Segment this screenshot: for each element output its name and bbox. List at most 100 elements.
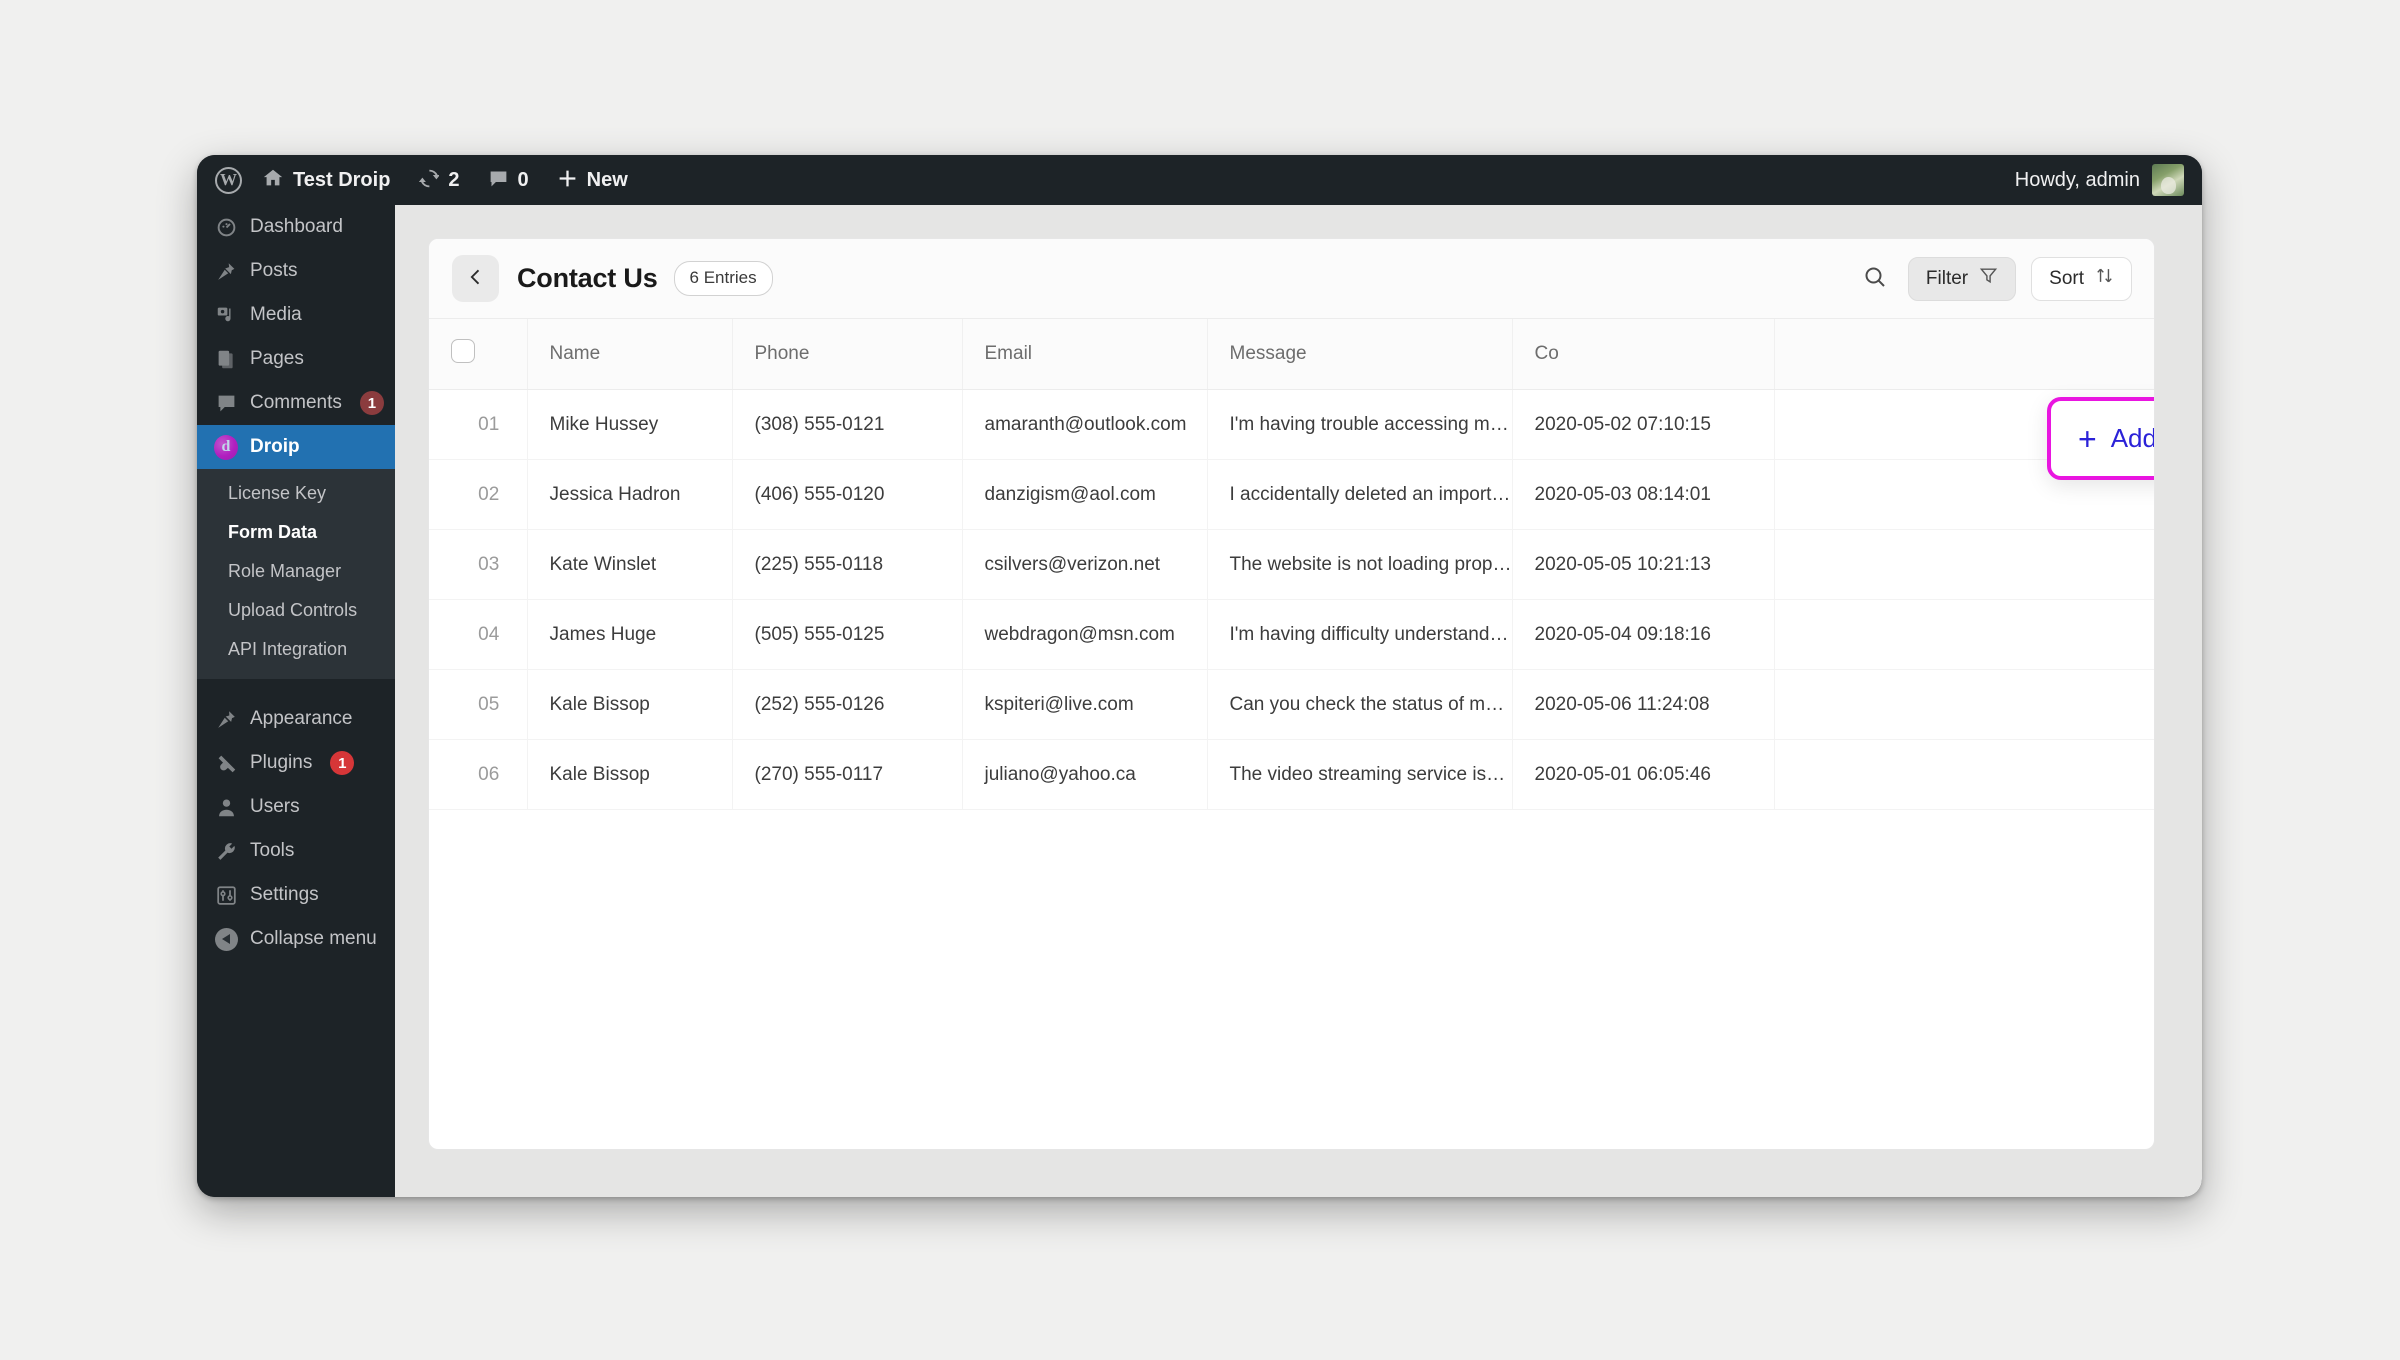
sidebar-item-pages[interactable]: Pages [197,337,395,381]
submenu-item-api-integration[interactable]: API Integration [197,630,395,669]
sidebar-item-label: Appearance [250,708,353,729]
column-header-select-all [429,319,528,390]
cell-name: Jessica Hadron [527,459,733,530]
pin-icon [214,259,238,283]
sidebar-item-label: Media [250,304,302,325]
cell-message: I'm having difficulty understandi… [1207,599,1513,670]
filter-popover: + Add New Filter Clear [2047,397,2154,480]
sidebar-item-dashboard[interactable]: Dashboard [197,205,395,249]
cell-name: Mike Hussey [527,389,733,460]
row-index: 01 [429,389,528,460]
sidebar-item-collapse-menu[interactable]: Collapse menu [197,917,395,961]
cell-email: juliano@yahoo.ca [962,739,1208,810]
cell-email: danzigism@aol.com [962,459,1208,530]
column-header-message[interactable]: Message [1207,319,1513,390]
column-header-phone[interactable]: Phone [732,319,963,390]
funnel-icon [1979,266,1998,291]
settings-icon [214,883,238,907]
droip-submenu: License Key Form Data Role Manager Uploa… [197,469,395,679]
cell-date: 2020-05-02 07:10:15 [1512,389,1775,460]
droip-icon: d [214,434,238,460]
sort-button[interactable]: Sort [2031,256,2132,301]
howdy-label[interactable]: Howdy, admin [2015,169,2140,192]
dashboard-icon [214,215,238,239]
cell-message: I'm having trouble accessing my… [1207,389,1513,460]
cell-phone: (308) 555-0121 [732,389,963,460]
wrench-icon [214,839,238,863]
sidebar-item-tools[interactable]: Tools [197,829,395,873]
cell-email: kspiteri@live.com [962,669,1208,740]
cell-trailing [1774,669,2154,740]
submenu-item-form-data[interactable]: Form Data [197,513,395,552]
plug-icon [214,751,238,775]
submenu-item-role-manager[interactable]: Role Manager [197,552,395,591]
updates-button[interactable]: 2 [404,155,473,205]
home-icon [262,167,284,193]
sidebar-item-label: Comments [250,392,342,413]
table-head: Name Phone Email Message Co [429,319,2154,390]
cell-name: Kale Bissop [527,669,733,740]
admin-window: W Test Droip 2 0 New Howdy, admin Dashbo… [197,155,2202,1197]
row-index: 03 [429,529,528,600]
sidebar-item-label: Posts [250,260,298,281]
filter-button-label: Filter [1925,267,1969,289]
sidebar-item-posts[interactable]: Posts [197,249,395,293]
content-area: Contact Us 6 Entries Filter Sort Name Ph… [395,205,2202,1197]
wordpress-logo-icon: W [215,166,242,194]
search-button[interactable] [1857,261,1893,297]
comments-badge: 1 [359,391,384,415]
avatar[interactable] [2152,164,2184,196]
wp-admin-bar: W Test Droip 2 0 New Howdy, admin [197,155,2202,205]
filter-button[interactable]: Filter [1907,256,2017,301]
sidebar-item-settings[interactable]: Settings [197,873,395,917]
sidebar-item-droip[interactable]: d Droip [197,425,395,469]
cell-trailing [1774,599,2154,670]
table-row[interactable]: 03 Kate Winslet (225) 555-0118 csilvers@… [429,529,2154,600]
row-index: 06 [429,739,528,810]
admin-sidebar: Dashboard Posts Media Pages Comments 1 d… [197,205,395,1197]
submenu-item-upload-controls[interactable]: Upload Controls [197,591,395,630]
cell-phone: (505) 555-0125 [732,599,963,670]
cell-phone: (252) 555-0126 [732,669,963,740]
cell-message: I accidentally deleted an import… [1207,459,1513,530]
table-row[interactable]: 01 Mike Hussey (308) 555-0121 amaranth@o… [429,389,2154,460]
back-button[interactable] [452,255,499,302]
table-row[interactable]: 05 Kale Bissop (252) 555-0126 kspiteri@l… [429,669,2154,740]
sidebar-item-label: Dashboard [250,216,343,237]
table-body: 01 Mike Hussey (308) 555-0121 amaranth@o… [429,389,2154,810]
wordpress-logo-button[interactable]: W [197,155,248,205]
cell-phone: (406) 555-0120 [732,459,963,530]
sidebar-item-appearance[interactable]: Appearance [197,697,395,741]
sidebar-item-label: Droip [250,436,300,457]
column-header-date[interactable]: Co [1512,319,1775,390]
header-actions: Filter Sort [1857,256,2132,301]
page-title: Contact Us [517,263,658,293]
column-header-name[interactable]: Name [527,319,733,390]
cell-email: amaranth@outlook.com [962,389,1208,460]
comment-icon [488,168,509,193]
cell-date: 2020-05-04 09:18:16 [1512,599,1775,670]
cell-phone: (225) 555-0118 [732,529,963,600]
sidebar-item-users[interactable]: Users [197,785,395,829]
table-row[interactable]: 04 James Huge (505) 555-0125 webdragon@m… [429,599,2154,670]
comments-button[interactable]: 0 [474,155,543,205]
table-row[interactable]: 06 Kale Bissop (270) 555-0117 juliano@ya… [429,739,2154,810]
cell-name: James Huge [527,599,733,670]
cell-name: Kate Winslet [527,529,733,600]
table-row[interactable]: 02 Jessica Hadron (406) 555-0120 danzigi… [429,459,2154,530]
column-header-email[interactable]: Email [962,319,1208,390]
sidebar-item-media[interactable]: Media [197,293,395,337]
sidebar-item-plugins[interactable]: Plugins 1 [197,741,395,785]
cell-date: 2020-05-05 10:21:13 [1512,529,1775,600]
submenu-item-license-key[interactable]: License Key [197,474,395,513]
add-new-filter-button[interactable]: + Add New Filter [2078,423,2154,455]
select-all-checkbox[interactable] [451,339,475,363]
sort-button-label: Sort [2049,267,2084,289]
sidebar-item-comments[interactable]: Comments 1 [197,381,395,425]
updates-count: 2 [448,168,460,191]
cell-date: 2020-05-03 08:14:01 [1512,459,1775,530]
new-content-button[interactable]: New [543,155,642,205]
cell-trailing [1774,529,2154,600]
plus-icon [557,168,578,193]
site-name-button[interactable]: Test Droip [248,155,404,205]
